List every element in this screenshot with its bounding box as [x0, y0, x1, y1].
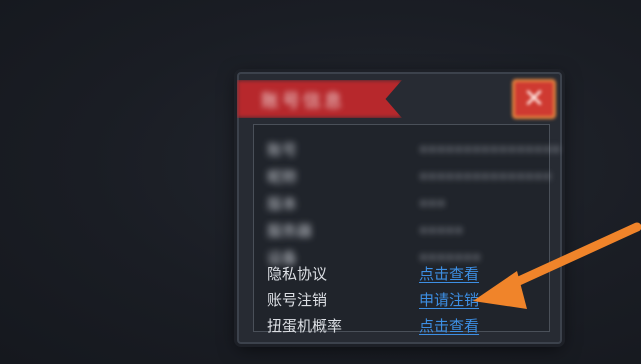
row-label: 昵称 — [267, 168, 298, 186]
account-deletion-label: 账号注销 — [267, 291, 328, 309]
arrow-pointer-icon — [473, 222, 641, 309]
info-row-version: 版本 ••• — [267, 192, 547, 216]
close-icon: ✕ — [523, 84, 545, 114]
row-value: ••• — [419, 195, 446, 213]
gacha-rates-link[interactable]: 点击查看 — [419, 314, 479, 338]
row-label: 服务器 — [267, 222, 313, 240]
close-button[interactable]: ✕ — [512, 79, 556, 119]
privacy-policy-label: 隐私协议 — [267, 265, 328, 283]
dialog-title: 账号信息 — [261, 91, 345, 112]
row-value: ••••••••••••••• — [419, 168, 552, 186]
row-label: 账号 — [267, 141, 298, 159]
gacha-rates-label: 扭蛋机概率 — [267, 317, 343, 335]
info-row-gacha-rates: 扭蛋机概率 点击查看 — [267, 314, 547, 338]
row-label: 版本 — [267, 195, 298, 213]
row-value: •••••••••••••••• — [419, 141, 561, 159]
info-row-account: 账号 •••••••••••••••• — [267, 138, 561, 162]
info-row-nickname: 昵称 ••••••••••••••• — [267, 165, 552, 189]
